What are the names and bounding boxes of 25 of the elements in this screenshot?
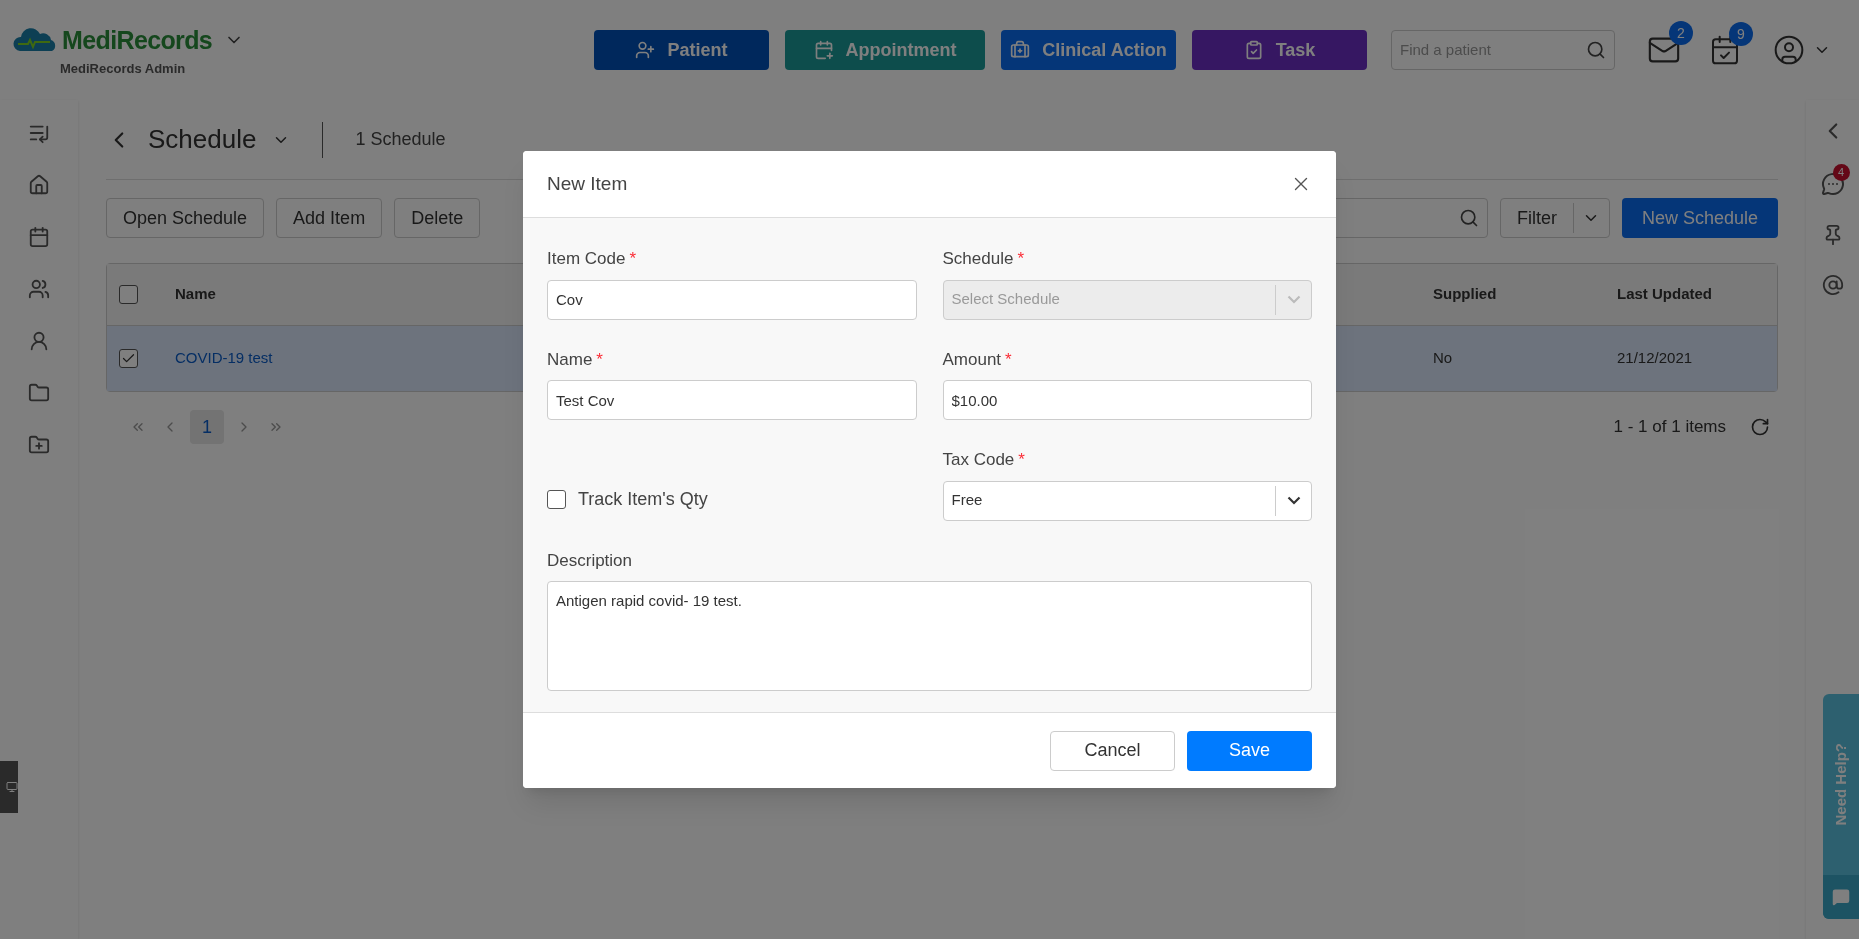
required-mark: *: [1017, 248, 1024, 270]
field-label: Tax Code: [942, 449, 1015, 471]
count-badge: 4: [1832, 164, 1850, 181]
schedule-count: 1 Schedule: [355, 128, 446, 151]
pagination-summary: 1 - 1 of 1 items: [1613, 416, 1726, 439]
brand-name: MediRecords: [62, 24, 213, 56]
required-mark: *: [596, 348, 603, 371]
field-label: Schedule: [942, 248, 1014, 270]
field-label: Item Code: [547, 248, 626, 270]
required-mark: *: [1005, 348, 1012, 371]
org-name: MediRecords Admin: [60, 60, 187, 78]
required-mark: *: [1018, 449, 1025, 471]
column-header: Name: [175, 285, 216, 303]
column-header: Last Updated: [1617, 284, 1712, 305]
field-label: Description: [547, 549, 633, 572]
required-mark: *: [629, 248, 637, 270]
page-title: Schedule: [148, 123, 257, 156]
field-label: Amount: [942, 348, 1002, 371]
table-cell-text: 21/12/2021: [1617, 348, 1693, 369]
count-badge: 2: [1669, 21, 1693, 45]
count-badge: 9: [1729, 22, 1753, 46]
field-label: Name: [547, 348, 593, 371]
table-cell-text: No: [1433, 348, 1454, 369]
column-header: Supplied: [1433, 284, 1498, 305]
dialog-title: New Item: [547, 171, 629, 196]
